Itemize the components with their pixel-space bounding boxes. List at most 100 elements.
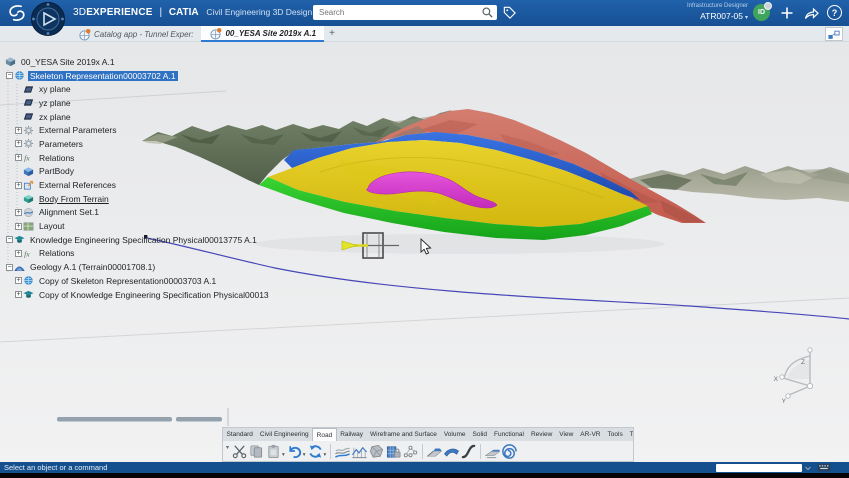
share-icon[interactable] — [803, 5, 819, 21]
paste-button[interactable] — [265, 443, 282, 460]
help-button[interactable]: ? — [827, 5, 842, 20]
3d-viewport[interactable]: Z X Y 00_YESA Site 2019x A.1−Skeleton Re… — [0, 42, 849, 473]
tree-node-7[interactable]: +fxRelations — [2, 151, 271, 165]
tag-icon[interactable] — [502, 5, 517, 20]
tree-node-17[interactable]: + Copy of Knowledge Engineering Specifica… — [2, 288, 271, 302]
cross-section-button[interactable] — [351, 443, 368, 460]
tree-node-label[interactable]: Alignment Set.1 — [37, 207, 101, 217]
ribbon-tab-road[interactable]: Road — [312, 428, 337, 441]
3dcompass-button[interactable] — [30, 1, 66, 37]
tree-node-1[interactable]: − Skeleton Representation00003702 A.1 — [2, 69, 271, 83]
tree-expand-toggle[interactable]: + — [15, 127, 22, 134]
ribbon-tab-ar-vr[interactable]: AR-VR — [577, 428, 604, 441]
user-menu[interactable]: ATR007-05▾ — [660, 11, 748, 21]
tree-node-label[interactable]: Knowledge Engineering Specification Phys… — [28, 235, 259, 245]
ribbon-tab-standard[interactable]: Standard — [223, 428, 256, 441]
tree-node-label[interactable]: Relations — [37, 248, 76, 258]
s-curve-button[interactable] — [460, 443, 477, 460]
expand-window-button[interactable] — [825, 27, 843, 41]
tree-node-label[interactable]: Geology A.1 (Terrain00001708.1) — [28, 262, 157, 272]
axis-triad[interactable]: Z X Y — [774, 348, 813, 405]
search-input[interactable] — [313, 8, 481, 17]
tree-expand-toggle[interactable]: + — [15, 277, 22, 284]
document-tab-0[interactable]: Catalog app - Tunnel Exper: — [70, 26, 201, 42]
tree-expand-toggle[interactable]: − — [6, 72, 13, 79]
tree-node-13[interactable]: − Knowledge Engineering Specification Phy… — [2, 233, 271, 247]
tree-node-12[interactable]: + Layout — [2, 219, 271, 233]
tree-node-label[interactable]: Layout — [37, 221, 67, 231]
tree-node-label[interactable]: PartBody — [37, 166, 76, 176]
tree-expand-toggle[interactable]: + — [15, 291, 22, 298]
tree-node-11[interactable]: + Alignment Set.1 — [2, 206, 271, 220]
ribbon-tab-wireframe-and-surface[interactable]: Wireframe and Surface — [366, 428, 440, 441]
road-embankment-button[interactable] — [426, 443, 443, 460]
ribbon-tab-solid[interactable]: Solid — [469, 428, 490, 441]
cut-button[interactable] — [231, 443, 248, 460]
tree-expand-toggle[interactable]: + — [15, 140, 22, 147]
tree-node-label[interactable]: Copy of Knowledge Engineering Specificat… — [37, 290, 271, 300]
panel-handle-icon[interactable]: ▾ — [226, 444, 229, 451]
copy-button[interactable] — [248, 443, 265, 460]
search-icon[interactable] — [481, 6, 494, 19]
tree-expand-toggle[interactable]: + — [15, 223, 22, 230]
tree-node-label[interactable]: Copy of Skeleton Representation00003703 … — [37, 276, 218, 286]
undo-button[interactable] — [286, 443, 303, 460]
tree-node-label[interactable]: zx plane — [37, 112, 73, 122]
new-tab-button[interactable]: + — [324, 26, 340, 42]
tree-node-label[interactable]: Body From Terrain — [37, 194, 111, 204]
ribbon-tab-civil-engineering[interactable]: Civil Engineering — [256, 428, 312, 441]
ribbon-tab-tools[interactable]: Tools — [604, 428, 626, 441]
dropdown-caret-icon[interactable]: ▾ — [282, 452, 285, 458]
tree-expand-toggle[interactable]: + — [15, 250, 22, 257]
tree-node-16[interactable]: + Copy of Skeleton Representation00003703… — [2, 274, 271, 288]
keyboard-icon[interactable] — [817, 463, 831, 472]
tree-node-9[interactable]: + External References — [2, 178, 271, 192]
tree-node-label[interactable]: External Parameters — [37, 125, 118, 135]
ribbon-tab-touch[interactable]: Touch — [626, 428, 633, 441]
add-content-icon[interactable] — [779, 5, 795, 21]
tree-node-label[interactable]: External References — [37, 180, 118, 190]
tree-expand-toggle[interactable]: − — [6, 264, 13, 271]
tree-node-4[interactable]: zx plane — [2, 110, 271, 124]
letterbox-strip — [0, 473, 849, 478]
ribbon-tab-view[interactable]: View — [556, 428, 577, 441]
tree-node-0[interactable]: 00_YESA Site 2019x A.1 — [2, 55, 271, 69]
command-caret-icon[interactable] — [804, 464, 812, 472]
tree-node-label[interactable]: xy plane — [37, 84, 73, 94]
tree-node-label[interactable]: yz plane — [37, 98, 73, 108]
tree-node-2[interactable]: xy plane — [2, 82, 271, 96]
tree-node-3[interactable]: yz plane — [2, 96, 271, 110]
ribbon-tab-volume[interactable]: Volume — [440, 428, 469, 441]
pavement-surface-button[interactable] — [443, 443, 460, 460]
tree-node-10[interactable]: Body From Terrain — [2, 192, 271, 206]
avatar[interactable]: ID — [753, 4, 770, 21]
ribbon-tab-review[interactable]: Review — [527, 428, 555, 441]
survey-network-button[interactable] — [402, 443, 419, 460]
ribbon-tab-functional[interactable]: Functional — [490, 428, 527, 441]
road-section-button[interactable] — [484, 443, 501, 460]
tree-node-label[interactable]: Skeleton Representation00003702 A.1 — [28, 71, 178, 81]
tree-scrollbar[interactable] — [57, 408, 228, 426]
tree-expand-toggle[interactable]: − — [6, 236, 13, 243]
ribbon-tab-railway[interactable]: Railway — [337, 428, 367, 441]
terrain-button[interactable] — [334, 443, 351, 460]
tree-node-label[interactable]: Relations — [37, 153, 76, 163]
tree-expand-toggle[interactable]: + — [15, 154, 22, 161]
clothoid-spiral-button[interactable] — [501, 443, 518, 460]
tree-node-14[interactable]: +fxRelations — [2, 247, 271, 261]
dropdown-caret-icon[interactable]: ▾ — [303, 452, 306, 458]
tree-node-8[interactable]: PartBody — [2, 165, 271, 179]
tree-node-6[interactable]: + Parameters — [2, 137, 271, 151]
secured-data-button[interactable] — [385, 443, 402, 460]
document-tab-1[interactable]: 00_YESA Site 2019x A.1 — [201, 26, 324, 42]
tree-node-5[interactable]: + External Parameters — [2, 123, 271, 137]
update-button[interactable] — [307, 443, 324, 460]
tree-node-15[interactable]: − Geology A.1 (Terrain00001708.1) — [2, 260, 271, 274]
tree-node-label[interactable]: Parameters — [37, 139, 85, 149]
tree-node-label[interactable]: 00_YESA Site 2019x A.1 — [19, 57, 117, 67]
tree-expand-toggle[interactable]: + — [15, 182, 22, 189]
command-input[interactable] — [716, 464, 802, 472]
dropdown-caret-icon[interactable]: ▾ — [324, 452, 327, 458]
tree-expand-toggle[interactable]: + — [15, 209, 22, 216]
rock-mass-button[interactable] — [368, 443, 385, 460]
